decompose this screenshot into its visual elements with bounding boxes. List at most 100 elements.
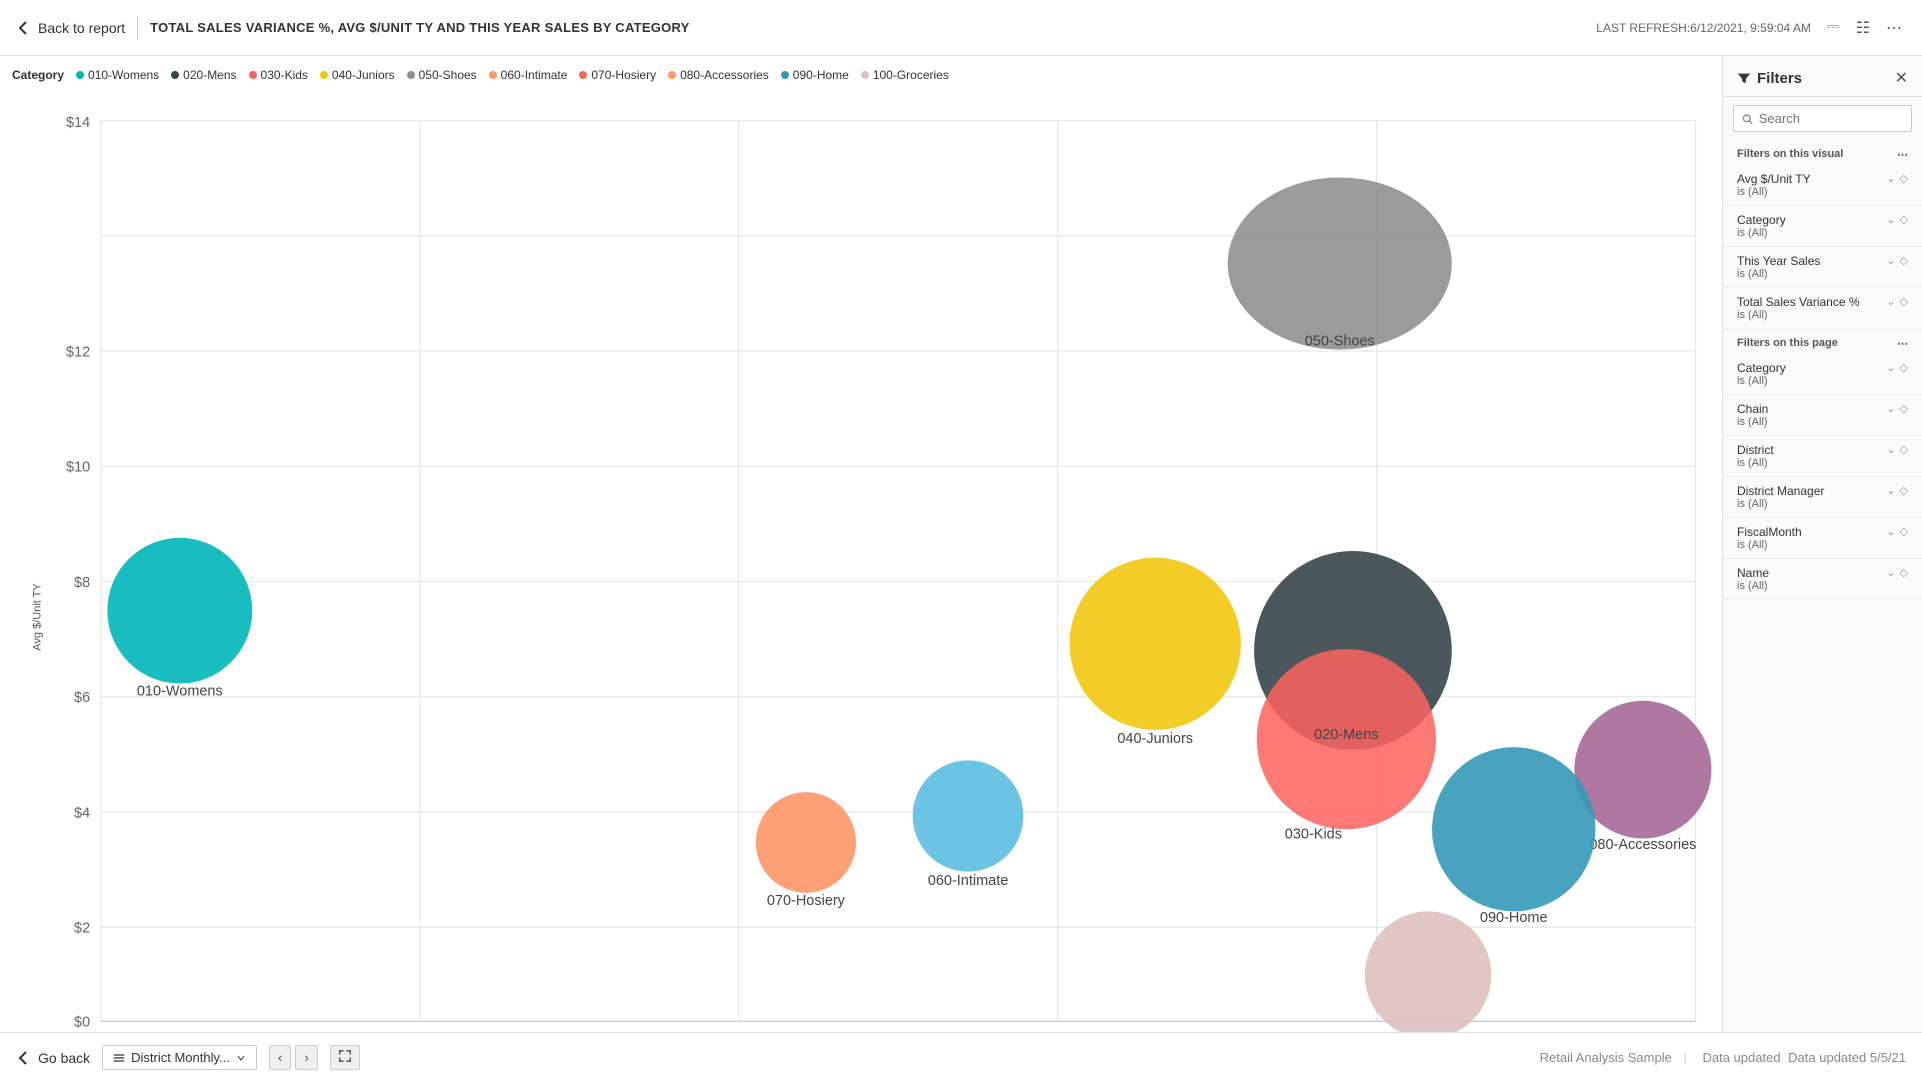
filter-name[interactable]: Name is (All) ⌄ ◇	[1723, 559, 1922, 600]
svg-text:$10: $10	[66, 460, 90, 476]
filters-visual-section-label: Filters on this visual ⋯	[1723, 140, 1922, 165]
filter-fm-clear-icon[interactable]: ◇	[1900, 525, 1908, 538]
filters-header: Filters ✕	[1723, 56, 1922, 97]
filter-tys-clear-icon[interactable]: ◇	[1900, 254, 1908, 267]
back-to-report-link[interactable]: Back to report	[16, 20, 125, 36]
filter-category-expand-icon[interactable]: ⌄	[1886, 213, 1895, 226]
header-icons: ⎓ ☷ ⋯	[1823, 14, 1906, 42]
visual-section-more[interactable]: ⋯	[1897, 148, 1908, 161]
last-refresh-label: LAST REFRESH:6/12/2021, 9:59:04 AM	[1596, 21, 1811, 35]
filter-total-sales-variance[interactable]: Total Sales Variance % is (All) ⌄ ◇	[1723, 288, 1922, 329]
legend-dot-kids	[249, 71, 257, 79]
filter-avg-unit[interactable]: Avg $/Unit TY is (All) ⌄ ◇	[1723, 165, 1922, 206]
filter-chain-expand-icon[interactable]: ⌄	[1886, 402, 1895, 415]
filter-avg-clear-icon[interactable]: ◇	[1900, 172, 1908, 185]
bubble-label-kids: 030-Kids	[1285, 826, 1342, 842]
legend-label-mens: 020-Mens	[183, 68, 236, 82]
legend-item-kids: 030-Kids	[249, 68, 308, 82]
go-back-button[interactable]: Go back	[16, 1050, 90, 1066]
legend-item-accessories: 080-Accessories	[668, 68, 769, 82]
bubble-accessories[interactable]	[1574, 701, 1711, 839]
filter-pcat-clear-icon[interactable]: ◇	[1900, 361, 1908, 374]
report-name: Retail Analysis Sample	[1540, 1050, 1672, 1065]
bubble-intimate[interactable]	[913, 760, 1024, 871]
bubble-shoes[interactable]	[1228, 177, 1452, 349]
legend-dot-accessories	[668, 71, 676, 79]
chevron-left-icon	[16, 20, 32, 36]
filter-icon[interactable]: ☷	[1852, 14, 1874, 42]
filters-close-button[interactable]: ✕	[1895, 68, 1908, 88]
nav-prev-button[interactable]: ‹	[269, 1045, 291, 1070]
hamburger-icon	[113, 1052, 125, 1064]
svg-text:$0: $0	[74, 1015, 90, 1031]
header: Back to report TOTAL SALES VARIANCE %, A…	[0, 0, 1922, 56]
filters-panel: Filters ✕ Filters on this visual ⋯ Avg $…	[1722, 56, 1922, 1032]
filter-this-year-sales[interactable]: This Year Sales is (All) ⌄ ◇	[1723, 247, 1922, 288]
footer-nav: ‹ ›	[269, 1045, 318, 1070]
copy-icon[interactable]: ⎓	[1823, 14, 1844, 42]
footer-left: Go back District Monthly... ‹ ›	[16, 1045, 360, 1070]
dropdown-icon	[236, 1053, 246, 1063]
chart-legend: Category 010-Womens 020-Mens 030-Kids 04…	[0, 64, 1722, 86]
filter-category-clear-icon[interactable]: ◇	[1900, 213, 1908, 226]
legend-dot-mens	[171, 71, 179, 79]
bubble-label-accessories: 080-Accessories	[1589, 837, 1696, 853]
bubble-hosiery[interactable]	[756, 792, 856, 893]
expand-button[interactable]	[330, 1045, 360, 1070]
filters-title: Filters	[1737, 70, 1802, 87]
legend-item-juniors: 040-Juniors	[320, 68, 395, 82]
legend-label-shoes: 050-Shoes	[419, 68, 477, 82]
filter-fiscal-month[interactable]: FiscalMonth is (All) ⌄ ◇	[1723, 518, 1922, 559]
bubble-home[interactable]	[1432, 747, 1595, 911]
filter-avg-expand-icon[interactable]: ⌄	[1886, 172, 1895, 185]
legend-dot-home	[781, 71, 789, 79]
legend-label-juniors: 040-Juniors	[332, 68, 395, 82]
bubble-label-mens: 020-Mens	[1314, 727, 1378, 743]
header-left: Back to report TOTAL SALES VARIANCE %, A…	[16, 16, 690, 40]
footer-right: Retail Analysis Sample | Data updated Da…	[1536, 1050, 1906, 1065]
footer: Go back District Monthly... ‹ › Retail A…	[0, 1032, 1922, 1082]
filter-district-clear-icon[interactable]: ◇	[1900, 443, 1908, 456]
header-divider	[137, 16, 138, 40]
filters-search-box[interactable]	[1733, 105, 1912, 132]
filter-tys-expand-icon[interactable]: ⌄	[1886, 254, 1895, 267]
chart-wrapper: Avg $/Unit TY	[0, 86, 1722, 1032]
chart-area: Category 010-Womens 020-Mens 030-Kids 04…	[0, 56, 1722, 1032]
filter-district[interactable]: District is (All) ⌄ ◇	[1723, 436, 1922, 477]
filter-pcat-expand-icon[interactable]: ⌄	[1886, 361, 1895, 374]
footer-tab[interactable]: District Monthly...	[102, 1045, 257, 1070]
filter-tsv-expand-icon[interactable]: ⌄	[1886, 295, 1895, 308]
filter-chain[interactable]: Chain is (All) ⌄ ◇	[1723, 395, 1922, 436]
filter-tsv-clear-icon[interactable]: ◇	[1900, 295, 1908, 308]
legend-label-kids: 030-Kids	[261, 68, 308, 82]
legend-label-womens: 010-Womens	[88, 68, 159, 82]
bubble-label-womens: 010-Womens	[137, 683, 223, 699]
filter-name-expand-icon[interactable]: ⌄	[1886, 566, 1895, 579]
legend-item-shoes: 050-Shoes	[407, 68, 477, 82]
filter-page-category[interactable]: Category is (All) ⌄ ◇	[1723, 354, 1922, 395]
filter-chain-clear-icon[interactable]: ◇	[1900, 402, 1908, 415]
nav-next-button[interactable]: ›	[295, 1045, 317, 1070]
more-options-icon[interactable]: ⋯	[1882, 14, 1906, 42]
filter-dm-expand-icon[interactable]: ⌄	[1886, 484, 1895, 497]
filter-category[interactable]: Category is (All) ⌄ ◇	[1723, 206, 1922, 247]
legend-dot-juniors	[320, 71, 328, 79]
bubble-womens[interactable]	[107, 538, 252, 684]
legend-dot-hosiery	[579, 71, 587, 79]
page-section-more[interactable]: ⋯	[1897, 337, 1908, 350]
legend-label-hosiery: 070-Hosiery	[591, 68, 656, 82]
filters-search-input[interactable]	[1759, 111, 1903, 126]
bubble-juniors[interactable]	[1070, 558, 1241, 730]
go-back-icon	[16, 1050, 32, 1066]
filter-name-clear-icon[interactable]: ◇	[1900, 566, 1908, 579]
legend-label-intimate: 060-Intimate	[501, 68, 568, 82]
filter-fm-expand-icon[interactable]: ⌄	[1886, 525, 1895, 538]
bubble-label-shoes: 050-Shoes	[1305, 334, 1375, 350]
filter-district-expand-icon[interactable]: ⌄	[1886, 443, 1895, 456]
filter-dm-clear-icon[interactable]: ◇	[1900, 484, 1908, 497]
svg-text:$6: $6	[74, 690, 90, 706]
legend-dot-intimate	[489, 71, 497, 79]
bubble-groceries[interactable]	[1365, 911, 1492, 1032]
svg-text:$4: $4	[74, 805, 90, 821]
filter-district-manager[interactable]: District Manager is (All) ⌄ ◇	[1723, 477, 1922, 518]
